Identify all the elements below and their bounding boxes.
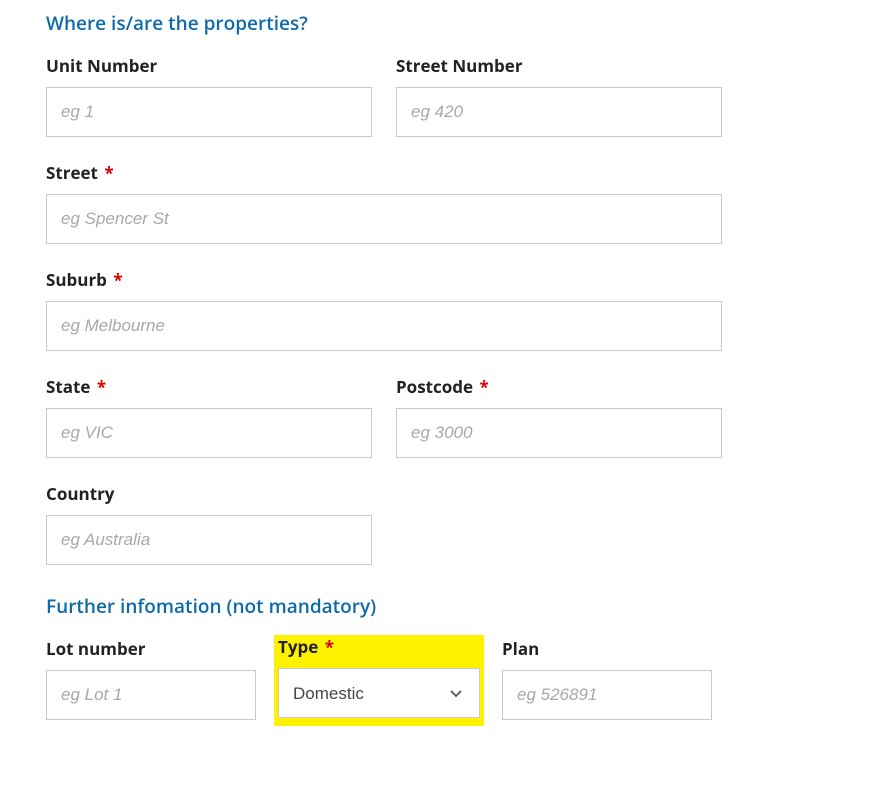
- postcode-label-text: Postcode: [396, 375, 473, 398]
- type-label-text: Type: [278, 635, 318, 658]
- required-mark: *: [325, 635, 334, 658]
- plan-field: Plan: [502, 637, 712, 720]
- lot-number-label: Lot number: [46, 637, 256, 660]
- suburb-input[interactable]: [46, 301, 722, 351]
- street-input[interactable]: [46, 194, 722, 244]
- state-label: State *: [46, 375, 372, 398]
- type-label: Type *: [278, 635, 480, 658]
- state-input[interactable]: [46, 408, 372, 458]
- suburb-label: Suburb *: [46, 268, 722, 291]
- street-number-field: Street Number: [396, 54, 722, 137]
- section-title-further-info: Further infomation (not mandatory): [46, 593, 878, 619]
- type-field: Type * Domestic: [274, 635, 484, 726]
- required-mark: *: [104, 161, 113, 184]
- type-select[interactable]: Domestic: [278, 668, 480, 718]
- suburb-field: Suburb *: [46, 268, 722, 351]
- state-field: State *: [46, 375, 372, 458]
- street-number-input[interactable]: [396, 87, 722, 137]
- lot-number-input[interactable]: [46, 670, 256, 720]
- lot-number-field: Lot number: [46, 637, 256, 720]
- required-mark: *: [113, 268, 122, 291]
- postcode-field: Postcode *: [396, 375, 722, 458]
- postcode-label: Postcode *: [396, 375, 722, 398]
- street-number-label: Street Number: [396, 54, 722, 77]
- street-label: Street *: [46, 161, 722, 184]
- suburb-label-text: Suburb: [46, 268, 107, 291]
- required-mark: *: [480, 375, 489, 398]
- street-field: Street *: [46, 161, 722, 244]
- street-label-text: Street: [46, 161, 98, 184]
- required-mark: *: [97, 375, 106, 398]
- country-field: Country: [46, 482, 372, 565]
- state-label-text: State: [46, 375, 90, 398]
- country-label: Country: [46, 482, 372, 505]
- unit-number-label: Unit Number: [46, 54, 372, 77]
- unit-number-input[interactable]: [46, 87, 372, 137]
- postcode-input[interactable]: [396, 408, 722, 458]
- plan-input[interactable]: [502, 670, 712, 720]
- unit-number-field: Unit Number: [46, 54, 372, 137]
- section-title-properties: Where is/are the properties?: [46, 10, 878, 36]
- plan-label: Plan: [502, 637, 712, 660]
- country-input[interactable]: [46, 515, 372, 565]
